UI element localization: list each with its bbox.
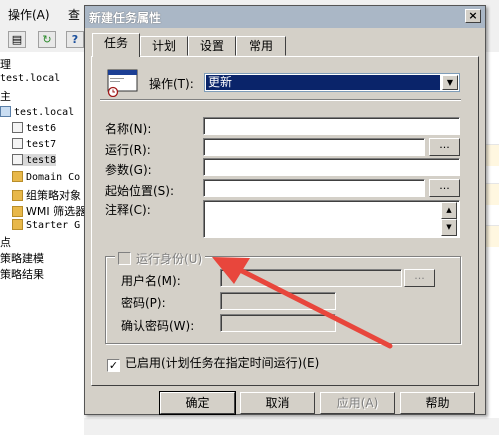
tree-item[interactable]: 理	[0, 56, 11, 72]
name-label: 名称(N):	[105, 122, 152, 136]
chevron-down-icon[interactable]: ▼	[442, 75, 458, 90]
password-field[interactable]	[220, 292, 336, 310]
tree-item-gpo[interactable]: 组策略对象	[12, 187, 81, 203]
cancel-button[interactable]: 取消	[240, 392, 315, 414]
confirm-password-field[interactable]	[220, 314, 336, 332]
tree-item-modeling[interactable]: 策略建模	[0, 250, 44, 266]
run-field[interactable]	[203, 138, 425, 156]
password-label: 密码(P):	[121, 296, 166, 310]
divider	[100, 99, 461, 101]
tab-schedule[interactable]: 计划	[140, 36, 188, 56]
tree-item-test8[interactable]: test8	[12, 154, 57, 166]
folder-icon	[12, 190, 23, 201]
tree-item[interactable]: 主	[0, 88, 11, 104]
ok-button[interactable]: 确定	[159, 391, 236, 415]
tab-task[interactable]: 任务	[92, 33, 140, 57]
username-field[interactable]	[220, 269, 402, 287]
comment-field[interactable]	[203, 200, 460, 238]
menu-action[interactable]: 操作(A)	[8, 6, 50, 23]
tab-common[interactable]: 常用	[236, 36, 286, 56]
background-statusbar	[84, 418, 499, 435]
run-as-checkbox[interactable]: 运行身份(U)	[115, 250, 206, 267]
scroll-down-icon[interactable]: ▼	[441, 219, 457, 236]
dialog-title: 新建任务属性	[89, 11, 162, 25]
gpo-link-icon	[12, 154, 23, 165]
confirm-password-label: 确认密码(W):	[121, 319, 195, 333]
folder-icon	[12, 206, 23, 217]
menu-view[interactable]: 查	[68, 6, 80, 23]
close-button[interactable]: ×	[465, 9, 481, 23]
folder-icon	[12, 171, 23, 182]
help-icon[interactable]: ?	[66, 31, 84, 48]
params-field[interactable]	[203, 158, 460, 176]
operation-label: 操作(T):	[149, 77, 194, 91]
comment-label: 注释(C):	[105, 203, 151, 217]
gpo-link-icon	[12, 122, 23, 133]
enabled-checkbox-box[interactable]: ✓	[107, 359, 120, 372]
tab-settings[interactable]: 设置	[188, 36, 236, 56]
operation-selected-value: 更新	[206, 75, 440, 90]
operation-dropdown[interactable]: 更新 ▼	[204, 73, 460, 92]
help-button[interactable]: 帮助	[400, 392, 475, 414]
start-in-label: 起始位置(S):	[105, 184, 175, 198]
folder-icon	[12, 219, 23, 230]
refresh-icon[interactable]: ↻	[38, 31, 56, 48]
dialog-titlebar[interactable]: 新建任务属性 ×	[85, 6, 485, 28]
task-properties-dialog: 新建任务属性 × 任务 计划 设置 常用 操作(T): 更新 ▼ 名称(N): …	[84, 5, 486, 415]
start-in-browse-button[interactable]: ...	[429, 179, 460, 197]
tree-item-test7[interactable]: test7	[12, 138, 56, 150]
name-field[interactable]	[203, 117, 460, 135]
tree-item-results[interactable]: 策略结果	[0, 266, 44, 282]
tree-item-wmi[interactable]: WMI 筛选器	[12, 203, 86, 219]
domain-icon	[0, 106, 11, 117]
tree-item-domain-controllers[interactable]: Domain Co	[12, 171, 80, 183]
tree-item-domain[interactable]: test.local	[0, 106, 74, 118]
params-label: 参数(G):	[105, 163, 152, 177]
run-browse-button[interactable]: ...	[429, 138, 460, 156]
username-browse-button[interactable]: ...	[404, 269, 435, 287]
start-in-field[interactable]	[203, 179, 425, 197]
console-tree: 理 test.local 主 test.local test6 test7 te…	[0, 52, 86, 435]
gpo-link-icon	[12, 138, 23, 149]
tree-item-starter[interactable]: Starter G	[12, 219, 80, 231]
tree-item-test6[interactable]: test6	[12, 122, 56, 134]
scheduled-task-icon	[107, 69, 138, 97]
tree-item[interactable]: 点	[0, 234, 11, 250]
tree-item[interactable]: test.local	[0, 73, 60, 84]
console-tree-icon[interactable]: ▤	[8, 31, 26, 48]
run-as-checkbox-box[interactable]	[118, 252, 131, 265]
username-label: 用户名(M):	[121, 274, 181, 288]
enabled-checkbox[interactable]: ✓ 已启用(计划任务在指定时间运行)(E)	[107, 354, 319, 372]
apply-button[interactable]: 应用(A)	[320, 392, 395, 414]
scroll-up-icon[interactable]: ▲	[441, 202, 457, 219]
run-label: 运行(R):	[105, 143, 151, 157]
